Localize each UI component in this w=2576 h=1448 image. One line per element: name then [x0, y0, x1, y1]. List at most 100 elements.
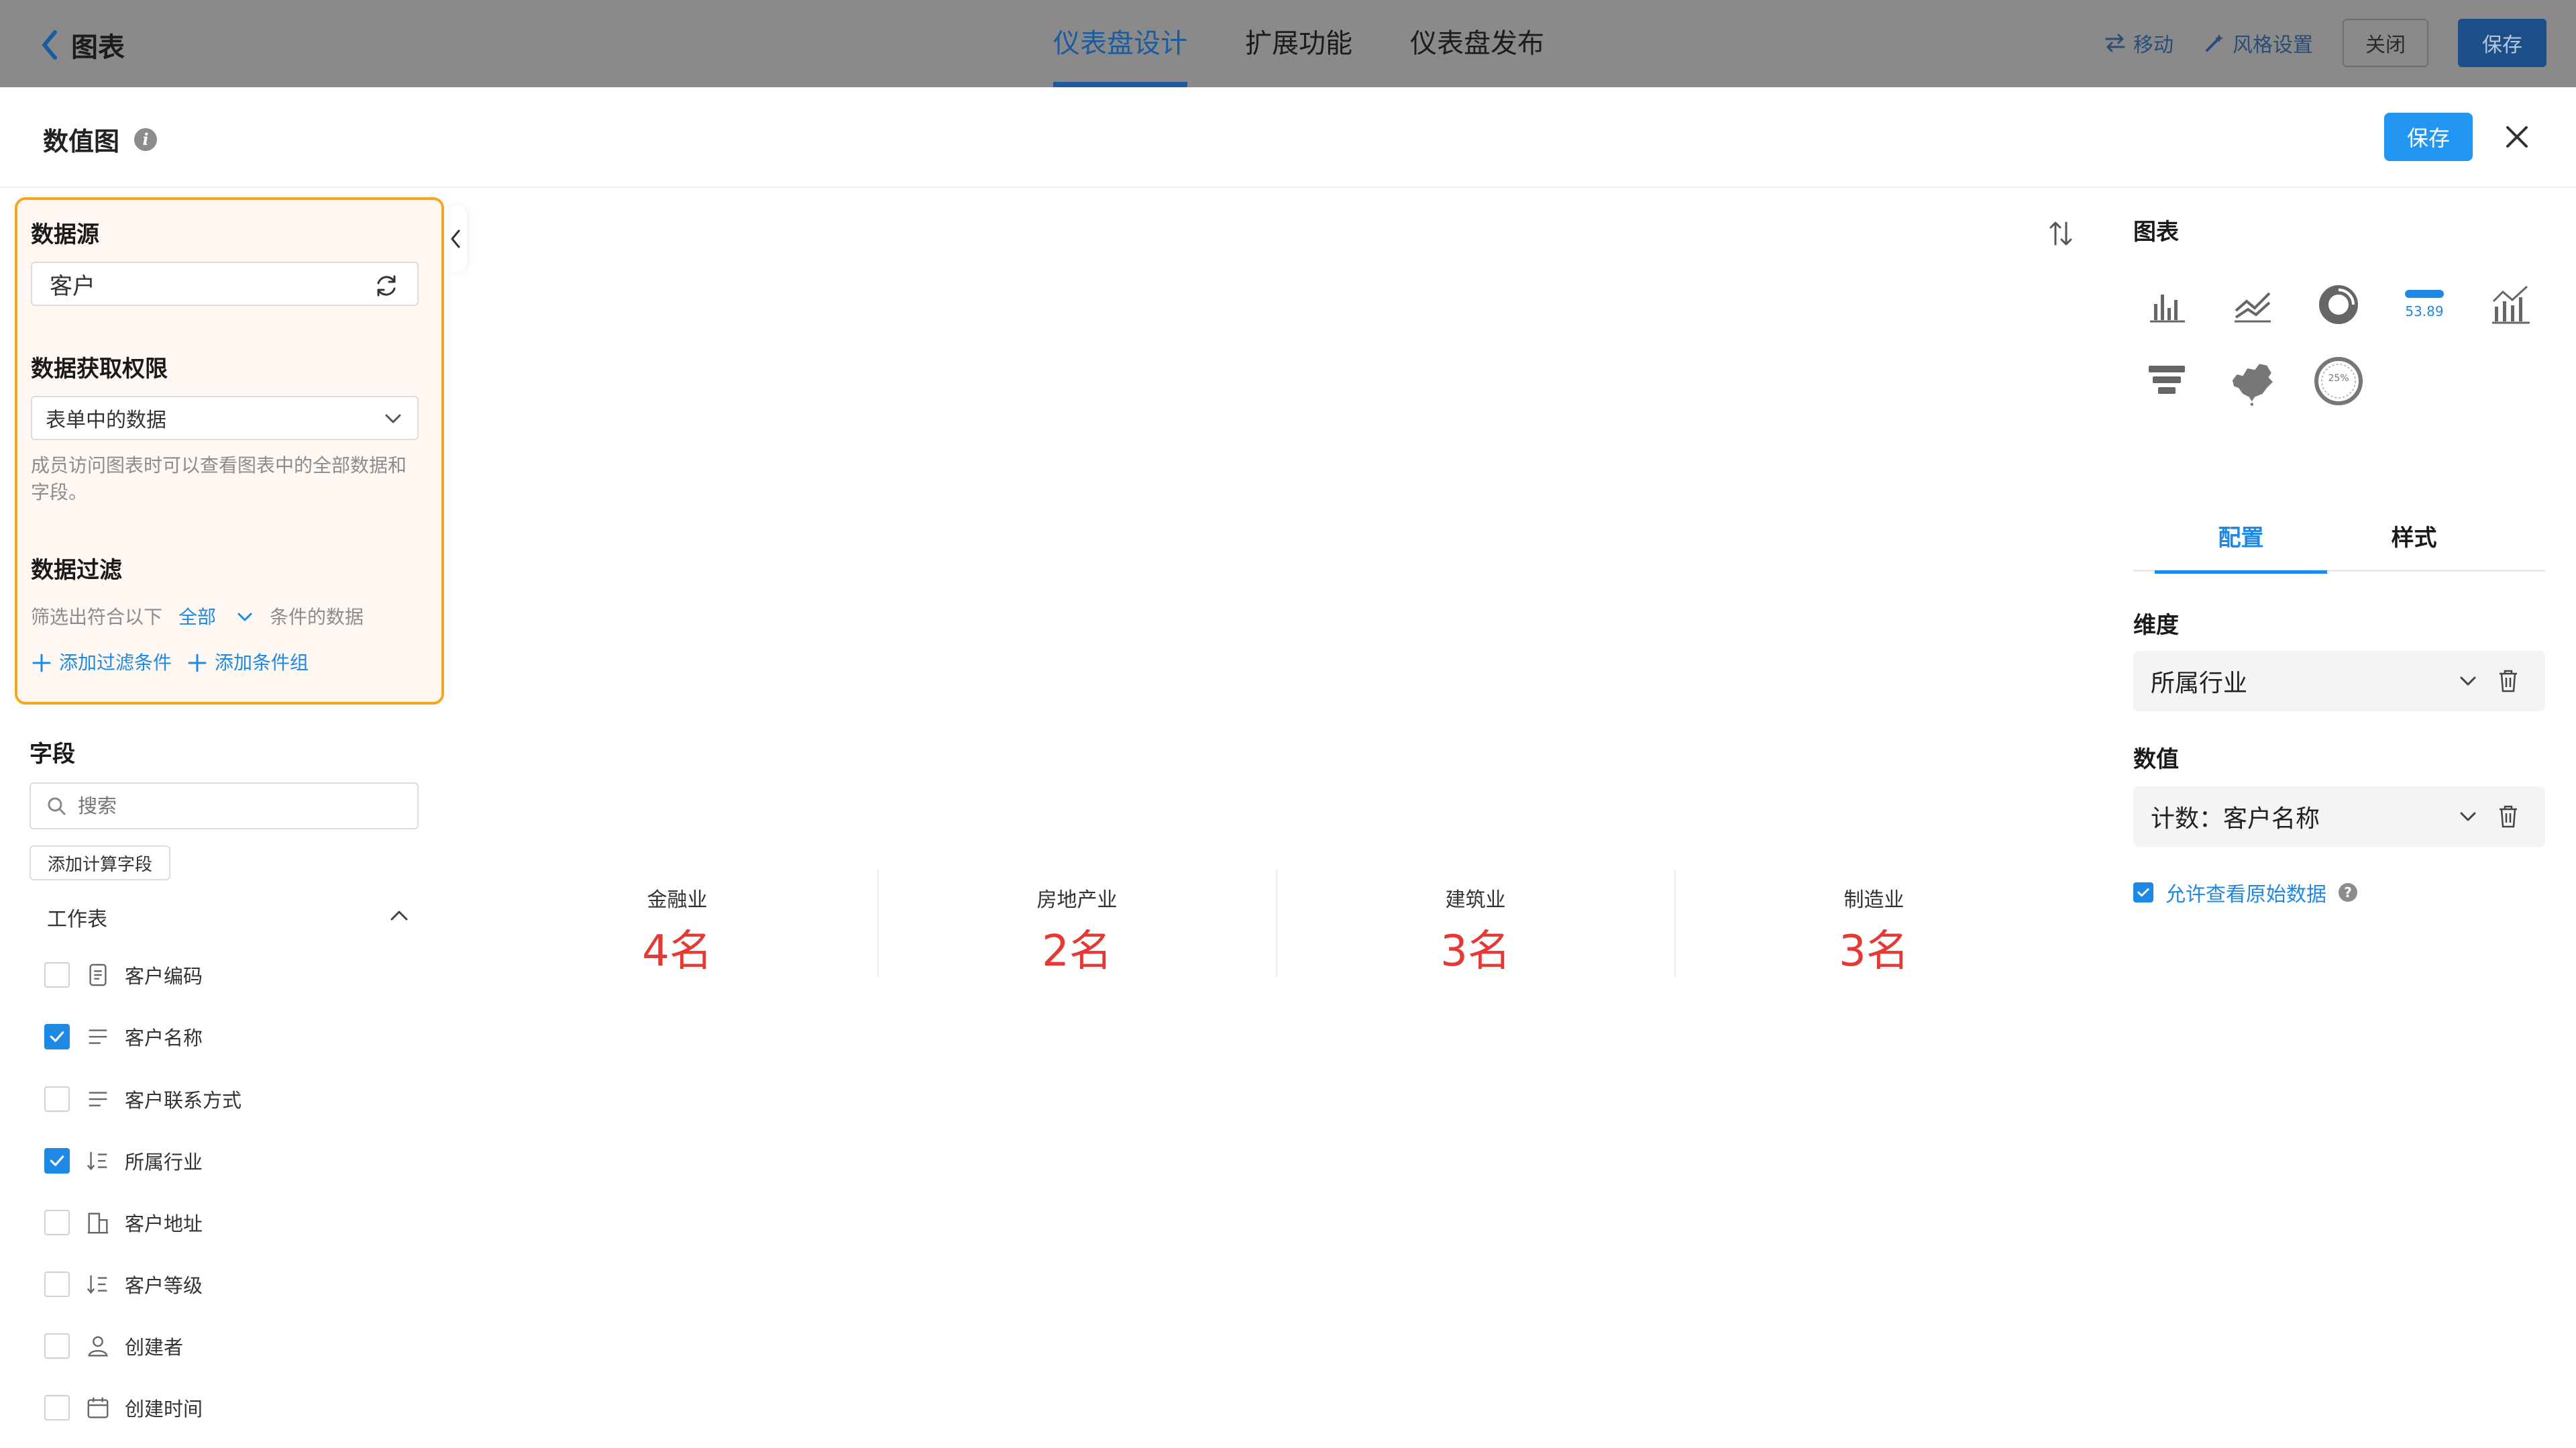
number-category: 建筑业	[1445, 888, 1506, 912]
field-item-customer-level[interactable]: 客户等级	[44, 1264, 203, 1304]
plus-icon	[188, 654, 207, 672]
tab-dashboard-design[interactable]: 仪表盘设计	[1053, 0, 1187, 87]
top-bar: 图表 仪表盘设计 扩展功能 仪表盘发布 移动 风格设置 关闭 保存	[0, 0, 2576, 87]
field-checkbox[interactable]	[44, 1024, 70, 1049]
field-item-customer-code[interactable]: 客户编码	[44, 955, 203, 995]
field-item-label: 客户联系方式	[125, 1089, 242, 1112]
combo-chart-icon[interactable]	[2483, 278, 2537, 331]
number-category: 制造业	[1843, 888, 1904, 912]
gauge-chart-icon[interactable]: 25%	[2312, 354, 2365, 408]
top-tabs: 仪表盘设计 扩展功能 仪表盘发布	[1053, 0, 1602, 87]
trash-icon[interactable]	[2497, 668, 2520, 694]
field-checkbox[interactable]	[44, 1210, 70, 1235]
help-icon[interactable]: ?	[2339, 883, 2357, 902]
swap-arrows-icon	[2105, 34, 2125, 52]
calendar-icon	[85, 1394, 111, 1421]
field-checkbox[interactable]	[44, 1086, 70, 1112]
trash-icon[interactable]	[2497, 804, 2520, 829]
dimension-select[interactable]: 所属行业	[2133, 651, 2545, 711]
dimension-title: 维度	[2133, 612, 2179, 639]
field-item-label: 创建者	[125, 1336, 184, 1359]
number-cell[interactable]: 制造业 3名	[1674, 870, 2074, 977]
field-item-created-time[interactable]: 创建时间	[44, 1388, 203, 1428]
collapse-left-panel-button[interactable]	[444, 205, 467, 272]
field-item-customer-name[interactable]: 客户名称	[44, 1017, 203, 1057]
field-checkbox[interactable]	[44, 962, 70, 988]
field-checkbox[interactable]	[44, 1395, 70, 1420]
close-icon[interactable]	[2502, 122, 2532, 152]
tab-extensions[interactable]: 扩展功能	[1245, 0, 1352, 87]
filter-mode-select[interactable]: 全部	[178, 604, 254, 631]
field-checkbox[interactable]	[44, 1148, 70, 1174]
tab-style[interactable]: 样式	[2328, 517, 2500, 572]
field-item-label: 客户名称	[125, 1027, 203, 1049]
number-chart-icon[interactable]: 53.89	[2398, 278, 2451, 331]
sort-list-icon	[85, 1147, 111, 1174]
add-filter-label: 添加过滤条件	[59, 652, 172, 674]
style-settings-button[interactable]: 风格设置	[2203, 28, 2313, 58]
number-cell[interactable]: 金融业 4名	[478, 870, 877, 977]
permission-select[interactable]: 表单中的数据	[31, 396, 419, 440]
swap-axis-icon[interactable]	[2047, 219, 2074, 248]
field-checkbox[interactable]	[44, 1333, 70, 1359]
tab-dashboard-publish[interactable]: 仪表盘发布	[1410, 0, 1544, 87]
donut-chart-icon[interactable]	[2312, 278, 2365, 331]
field-search[interactable]	[30, 782, 419, 829]
close-button[interactable]: 关闭	[2343, 19, 2428, 67]
number-chart-icon-label: 53.89	[2405, 303, 2444, 319]
chevron-down-icon	[2460, 812, 2476, 821]
chevron-left-icon	[451, 229, 460, 248]
field-item-customer-address[interactable]: 客户地址	[44, 1202, 203, 1243]
number-value: 3名	[1839, 927, 1909, 976]
field-item-industry[interactable]: 所属行业	[44, 1141, 203, 1181]
back-button[interactable]: 图表	[39, 25, 125, 64]
allow-raw-data-label[interactable]: 允许查看原始数据	[2165, 878, 2326, 907]
field-item-customer-contact[interactable]: 客户联系方式	[44, 1079, 241, 1119]
allow-raw-data-checkbox[interactable]	[2133, 882, 2153, 902]
funnel-chart-icon[interactable]	[2140, 354, 2194, 408]
lines-icon	[85, 1086, 111, 1113]
worksheet-group-header[interactable]: 工作表	[47, 900, 409, 934]
permission-title: 数据获取权限	[31, 356, 168, 382]
number-cell[interactable]: 房地产业 2名	[877, 870, 1277, 977]
chevron-down-icon	[2460, 676, 2476, 686]
dimension-value: 所属行业	[2151, 670, 2248, 697]
refresh-icon[interactable]	[373, 272, 400, 299]
field-item-label: 客户等级	[125, 1274, 203, 1297]
data-source-selector[interactable]: 客户	[31, 262, 419, 306]
number-chart-bar	[2405, 290, 2444, 298]
tab-config[interactable]: 配置	[2155, 517, 2327, 574]
map-chart-icon[interactable]	[2226, 354, 2279, 408]
add-calc-field-button[interactable]: 添加计算字段	[30, 845, 170, 880]
number-cell[interactable]: 建筑业 3名	[1276, 870, 1675, 977]
filter-title: 数据过滤	[31, 557, 122, 584]
building-icon	[85, 1209, 111, 1236]
user-icon	[85, 1333, 111, 1359]
value-select[interactable]: 计数：客户名称	[2133, 786, 2545, 847]
panel-title: 数值图 i	[43, 121, 158, 158]
number-category: 房地产业	[1036, 888, 1118, 912]
field-item-label: 创建时间	[125, 1398, 203, 1420]
back-label: 图表	[71, 32, 125, 63]
number-value: 3名	[1440, 927, 1511, 976]
search-icon	[48, 797, 66, 815]
field-checkbox[interactable]	[44, 1272, 70, 1297]
move-button[interactable]: 移动	[2104, 28, 2174, 58]
move-label: 移动	[2133, 34, 2174, 57]
top-save-button[interactable]: 保存	[2458, 19, 2546, 67]
info-icon[interactable]: i	[134, 127, 158, 151]
field-search-input[interactable]	[78, 794, 400, 817]
line-chart-icon[interactable]	[2226, 278, 2279, 331]
filter-mode-value: 全部	[178, 606, 217, 628]
add-group-label: 添加条件组	[215, 652, 309, 674]
panel-save-button[interactable]: 保存	[2384, 113, 2473, 161]
add-filter-button[interactable]: 添加过滤条件	[31, 650, 172, 676]
permission-hint: 成员访问图表时可以查看图表中的全部数据和字段。	[31, 454, 407, 503]
add-condition-group-button[interactable]: 添加条件组	[186, 650, 309, 676]
number-value: 2名	[1042, 927, 1112, 976]
bar-chart-icon[interactable]	[2140, 278, 2194, 331]
chevron-down-icon	[237, 613, 252, 621]
permission-value: 表单中的数据	[46, 409, 166, 432]
field-item-creator[interactable]: 创建者	[44, 1326, 183, 1366]
data-source-value: 客户	[50, 272, 95, 300]
